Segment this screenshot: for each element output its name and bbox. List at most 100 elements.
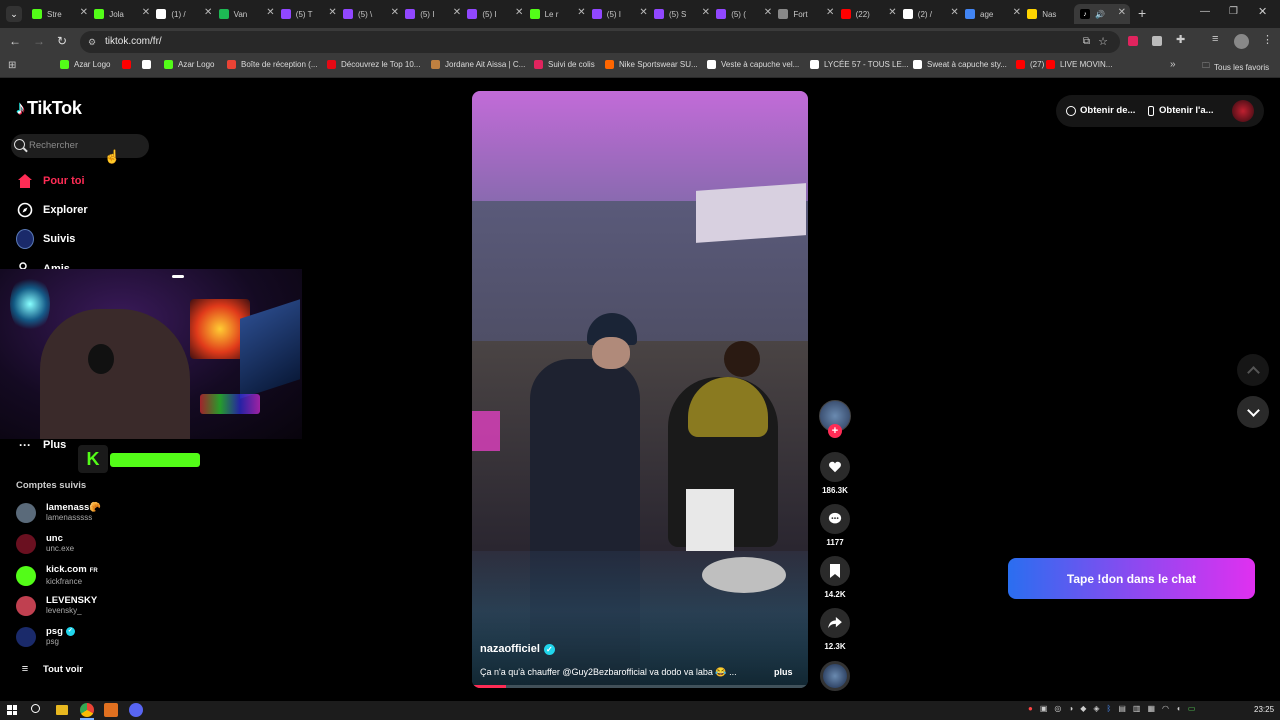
- forward-icon[interactable]: →: [33, 34, 45, 48]
- tray-icon[interactable]: ▦: [1147, 704, 1155, 713]
- close-tab-icon[interactable]: ✕: [391, 7, 399, 18]
- extension-icon[interactable]: [1128, 36, 1138, 46]
- close-tab-icon[interactable]: ✕: [453, 7, 461, 18]
- search-box[interactable]: Rechercher: [11, 134, 149, 158]
- battery-icon[interactable]: ▭: [1188, 704, 1196, 713]
- all-bookmarks-folder[interactable]: 🗀 Tous les favoris: [1202, 60, 1269, 74]
- tray-icon[interactable]: ▤: [1118, 704, 1126, 713]
- windows-start-icon[interactable]: [7, 705, 17, 715]
- apps-grid-icon[interactable]: ⊞: [8, 60, 16, 71]
- browser-tab[interactable]: Fort ✕: [778, 4, 834, 24]
- bookmark-item[interactable]: Suivi de colis: [534, 60, 595, 69]
- menu-kebab-icon[interactable]: ⋮: [1262, 33, 1273, 46]
- followed-account[interactable]: unc unc.exe: [16, 533, 74, 554]
- browser-tab[interactable]: Le r ✕: [529, 4, 586, 24]
- clock[interactable]: 23:25: [1254, 705, 1274, 714]
- close-tab-icon[interactable]: ✕: [1118, 7, 1126, 18]
- video-player[interactable]: nazaofficiel ✓ Ça n'a qu'à chauffer @Guy…: [472, 91, 808, 688]
- bookmark-item[interactable]: LIVE MOVIN...: [1046, 60, 1112, 69]
- close-tab-icon[interactable]: ✕: [639, 7, 647, 18]
- bookmark-item[interactable]: Sweat à capuche sty...: [913, 60, 1007, 69]
- like-button[interactable]: 186.3K: [818, 452, 852, 495]
- bookmark-item[interactable]: Azar Logo: [164, 60, 214, 69]
- app-taskbar-icon[interactable]: [104, 703, 118, 717]
- extensions-puzzle-icon[interactable]: ✚: [1176, 33, 1185, 46]
- music-disc-button[interactable]: [818, 661, 852, 691]
- video-author[interactable]: nazaofficiel ✓: [480, 643, 555, 655]
- user-avatar[interactable]: [1232, 100, 1254, 122]
- browser-tab[interactable]: (1) / ✕: [156, 4, 212, 24]
- followed-account[interactable]: LEVENSKY levensky_: [16, 595, 97, 616]
- follow-plus-icon[interactable]: +: [828, 424, 842, 438]
- browser-tab[interactable]: age ✕: [965, 4, 1021, 24]
- close-tab-icon[interactable]: ✕: [888, 7, 896, 18]
- browser-tab[interactable]: (5) I ✕: [405, 4, 461, 24]
- browser-tab[interactable]: (5) S ✕: [654, 4, 710, 24]
- restore-icon[interactable]: ❐: [1229, 6, 1238, 17]
- close-tab-icon[interactable]: ✕: [702, 7, 710, 18]
- browser-tab[interactable]: (22) ✕: [840, 4, 897, 24]
- get-app-button[interactable]: Obtenir l'a...: [1148, 105, 1214, 116]
- minimize-icon[interactable]: —: [1200, 6, 1210, 17]
- close-tab-icon[interactable]: ✕: [1013, 7, 1021, 18]
- get-coins-button[interactable]: Obtenir de...: [1066, 105, 1135, 116]
- back-icon[interactable]: ←: [9, 34, 21, 48]
- bookmark-item[interactable]: Jordane Ait Aissa | C...: [431, 60, 525, 69]
- close-tab-icon[interactable]: ✕: [266, 7, 274, 18]
- file-explorer-icon[interactable]: [56, 705, 68, 715]
- search-input[interactable]: Rechercher: [29, 140, 78, 151]
- next-video-button[interactable]: [1237, 396, 1269, 428]
- previous-video-button[interactable]: [1237, 354, 1269, 386]
- url-input[interactable]: ⚙ tiktok.com/fr/ ⧉ ☆: [80, 31, 1120, 53]
- reload-icon[interactable]: ↻: [57, 34, 67, 48]
- close-tab-icon[interactable]: ✕: [950, 7, 958, 18]
- tray-icon[interactable]: ◈: [1093, 704, 1099, 713]
- browser-tab[interactable]: (5) \ ✕: [343, 4, 399, 24]
- browser-tab[interactable]: Jola ✕: [94, 4, 150, 24]
- tab-search-button[interactable]: ⌄: [6, 6, 22, 22]
- close-tab-icon[interactable]: ✕: [80, 7, 88, 18]
- see-all-button[interactable]: ≡ Tout voir: [16, 660, 83, 678]
- close-tab-icon[interactable]: ✕: [515, 7, 523, 18]
- close-tab-icon[interactable]: ✕: [826, 7, 834, 18]
- tray-icon[interactable]: ◎: [1054, 704, 1061, 713]
- profile-avatar[interactable]: [1234, 34, 1249, 49]
- close-tab-icon[interactable]: ✕: [328, 7, 336, 18]
- discord-taskbar-icon[interactable]: [129, 703, 143, 717]
- bookmark-item[interactable]: Azar Logo: [60, 60, 110, 69]
- browser-tab[interactable]: Stre ✕: [32, 4, 88, 24]
- new-tab-button[interactable]: +: [1138, 5, 1146, 21]
- tiktok-logo[interactable]: ♪ TikTok: [16, 98, 82, 119]
- install-icon[interactable]: ⧉: [1083, 31, 1090, 53]
- media-control-icon[interactable]: ≡: [1212, 33, 1218, 45]
- browser-tab[interactable]: Van ✕: [218, 4, 275, 24]
- caption-more-button[interactable]: plus: [774, 667, 793, 678]
- bookmark-item[interactable]: LYCÉE 57 - TOUS LE...: [810, 60, 908, 69]
- bookmark-item[interactable]: Découvrez le Top 10...: [327, 60, 420, 69]
- tab-tiktok[interactable]: ♪ 🔊 ✕: [1074, 4, 1130, 24]
- close-window-icon[interactable]: ✕: [1258, 5, 1267, 18]
- bookmark-star-icon[interactable]: ☆: [1098, 31, 1108, 53]
- bookmark-item[interactable]: [142, 60, 151, 69]
- followed-account[interactable]: psg ✓ psg: [16, 626, 75, 647]
- browser-tab[interactable]: (5) I ✕: [591, 4, 648, 24]
- close-tab-icon[interactable]: ✕: [142, 7, 150, 18]
- bookmark-item[interactable]: Nike Sportswear SU...: [605, 60, 698, 69]
- bookmark-item[interactable]: Boîte de réception (...: [227, 60, 318, 69]
- nav-following[interactable]: Suivis: [16, 229, 75, 249]
- tray-icon[interactable]: ▣: [1040, 704, 1048, 713]
- video-progress-bar[interactable]: [472, 685, 808, 688]
- browser-tab[interactable]: (5) I ✕: [467, 4, 523, 24]
- close-tab-icon[interactable]: ✕: [764, 7, 772, 18]
- site-info-icon[interactable]: ⚙: [88, 31, 96, 53]
- close-tab-icon[interactable]: ✕: [204, 7, 212, 18]
- bookmark-item[interactable]: Veste à capuche vel...: [707, 60, 799, 69]
- browser-tab[interactable]: (5) (✕: [716, 4, 772, 24]
- browser-tab[interactable]: (2) / ✕: [902, 4, 959, 24]
- browser-tab[interactable]: (5) T ✕: [280, 4, 337, 24]
- save-button[interactable]: 14.2K: [818, 556, 852, 599]
- nav-for-you[interactable]: Pour toi: [16, 172, 85, 190]
- wifi-icon[interactable]: ◠: [1162, 704, 1169, 713]
- bookmark-item[interactable]: [122, 60, 131, 69]
- chrome-taskbar-icon[interactable]: [80, 703, 94, 717]
